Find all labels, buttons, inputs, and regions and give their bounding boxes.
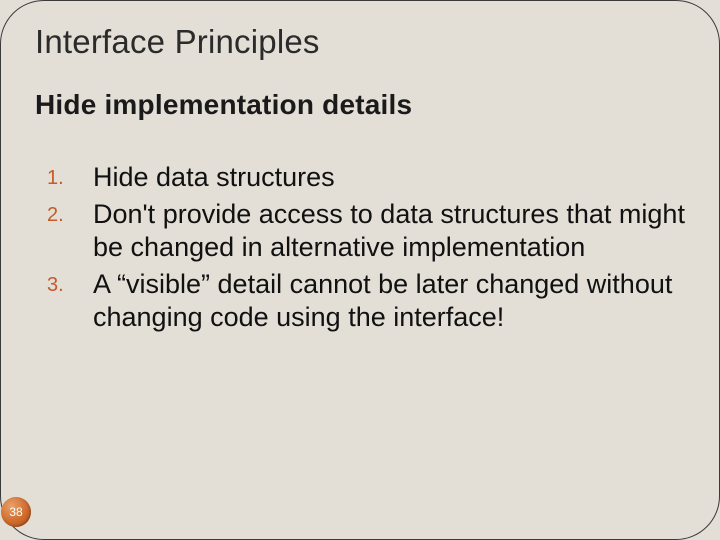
bullet-list: 1. Hide data structures 2. Don't provide… bbox=[35, 161, 689, 334]
slide-title: Interface Principles bbox=[35, 23, 689, 61]
list-item-number: 3. bbox=[47, 273, 64, 297]
list-item: 3. A “visible” detail cannot be later ch… bbox=[93, 268, 689, 334]
list-item-text: Hide data structures bbox=[93, 162, 335, 192]
slide-frame: Interface Principles Hide implementation… bbox=[0, 0, 720, 540]
list-item: 2. Don't provide access to data structur… bbox=[93, 198, 689, 264]
list-item-number: 2. bbox=[47, 203, 64, 227]
page-number: 38 bbox=[9, 505, 22, 519]
list-item: 1. Hide data structures bbox=[93, 161, 689, 194]
page-number-badge: 38 bbox=[1, 497, 31, 527]
slide-subtitle: Hide implementation details bbox=[35, 89, 689, 121]
list-item-number: 1. bbox=[47, 166, 64, 190]
list-item-text: A “visible” detail cannot be later chang… bbox=[93, 269, 672, 332]
list-item-text: Don't provide access to data structures … bbox=[93, 199, 685, 262]
